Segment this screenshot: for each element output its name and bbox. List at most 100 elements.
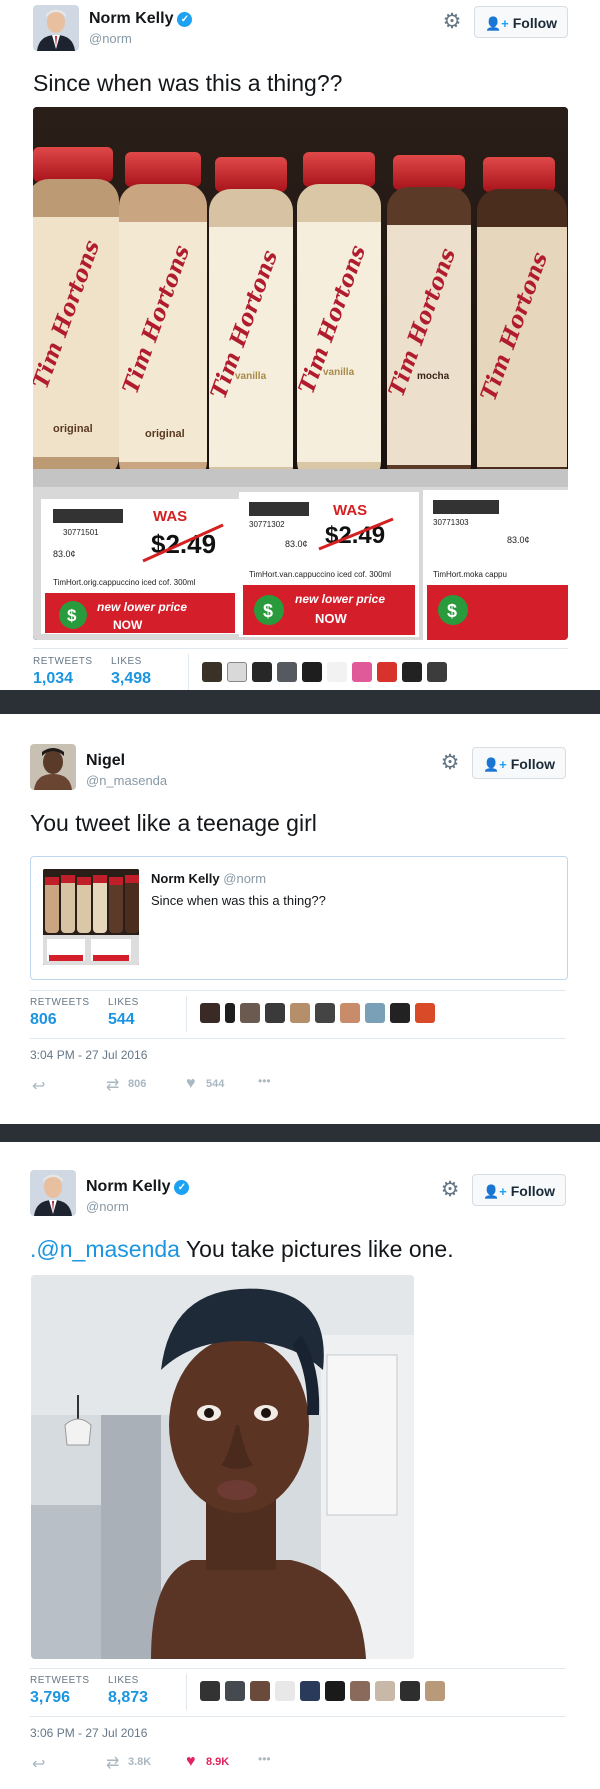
liker-avatar[interactable] [225,1681,245,1701]
liker-avatar[interactable] [275,1681,295,1701]
liker-avatars [200,1681,445,1701]
bottle-flavor-2: original [145,428,185,440]
price-tag-2: 30771302 WAS $2.49 83.0¢ TimHort.van.cap… [239,492,419,637]
quoted-tweet-text: Since when was this a thing?? [151,893,326,908]
likes-count[interactable]: 8,873 [108,1689,148,1707]
author-name-text[interactable]: Norm Kelly [89,10,173,27]
author-name-text[interactable]: Norm Kelly [86,1178,170,1195]
author-name[interactable]: Norm Kelly ✓ [89,10,193,28]
stats-bottom-divider [30,1716,566,1717]
mention-link[interactable]: .@n_masenda [30,1236,180,1262]
retweet-icon[interactable]: ⇄ [106,1075,119,1095]
liker-avatar[interactable] [340,1003,360,1023]
liker-avatar[interactable] [200,1003,220,1023]
follow-person-icon: 👤+ [482,757,507,772]
avatar-norm-kelly[interactable] [30,1170,76,1216]
liker-avatar[interactable] [425,1681,445,1701]
retweets-label: RETWEETS [30,997,90,1008]
svg-text:$: $ [263,601,273,621]
likes-count[interactable]: 544 [108,1011,135,1029]
retweets-count[interactable]: 1,034 [33,670,73,688]
liker-avatar[interactable] [240,1003,260,1023]
author-name[interactable]: Norm Kelly ✓ [86,1178,190,1196]
tweet-nigel: Nigel @n_masenda ⚙ 👤+ Follow You tweet li… [0,714,600,1124]
likes-label: LIKES [111,656,142,667]
liker-avatar[interactable] [265,1003,285,1023]
reply-icon[interactable]: ↩ [32,1076,45,1096]
quoted-author-handle: @norm [223,871,267,886]
svg-text:$: $ [447,601,457,621]
avatar-norm-kelly[interactable] [33,5,79,51]
tweet-timestamp[interactable]: 3:06 PM - 27 Jul 2016 [30,1726,147,1740]
stats-vertical-divider [186,1674,187,1710]
tag2-unit-price: 83.0¢ [285,539,308,549]
gear-icon[interactable]: ⚙ [441,11,463,33]
gear-icon[interactable]: ⚙ [439,752,461,774]
tweet-text: .@n_masenda You take pictures like one. [30,1236,454,1263]
follow-button[interactable]: 👤+ Follow [472,747,566,779]
liker-avatar[interactable] [365,1003,385,1023]
liker-avatar[interactable] [250,1681,270,1701]
retweet-icon[interactable]: ⇄ [106,1753,119,1773]
liker-avatar[interactable] [427,662,447,682]
reply-icon[interactable]: ↩ [32,1754,45,1774]
likes-count[interactable]: 3,498 [111,670,151,688]
bottle-flavor-5: mocha [417,371,450,382]
tweet-timestamp[interactable]: 3:04 PM - 27 Jul 2016 [30,1048,147,1062]
tag3-code: 30771303 [433,518,469,527]
liker-avatar[interactable] [200,1681,220,1701]
bottle-3: Tim Hortons vanilla [206,157,293,489]
author-handle[interactable]: @n_masenda [86,773,167,788]
tweet-photo-selfie[interactable] [31,1275,414,1659]
liker-avatar[interactable] [327,662,347,682]
heart-icon[interactable]: ♥ [186,1753,196,1771]
liker-avatar[interactable] [315,1003,335,1023]
author-handle[interactable]: @norm [89,31,132,46]
more-dots-icon[interactable]: ••• [258,1074,271,1088]
liker-avatar[interactable] [377,662,397,682]
screenshot-separator [0,1124,600,1142]
liker-avatar[interactable] [300,1681,320,1701]
liker-avatar[interactable] [302,662,322,682]
follow-button[interactable]: 👤+ Follow [472,1174,566,1206]
heart-icon[interactable]: ♥ [186,1075,196,1093]
liker-avatar[interactable] [277,662,297,682]
liker-avatar[interactable] [202,662,222,682]
like-action-count: 544 [206,1078,225,1090]
liker-avatar[interactable] [415,1003,435,1023]
stats-top-divider [30,990,566,991]
svg-text:$: $ [67,606,77,625]
liker-avatar[interactable] [227,662,247,682]
liker-avatar[interactable] [350,1681,370,1701]
bottle-6: Tim Hortons [476,157,567,489]
gear-icon[interactable]: ⚙ [439,1179,461,1201]
tag1-promo: new lower price [97,600,187,614]
avatar-nigel[interactable] [30,744,76,790]
author-handle[interactable]: @norm [86,1199,129,1214]
liker-avatar[interactable] [225,1003,235,1023]
tweet-photo-iced-capp-shelf[interactable]: Tim Hortons original Tim Hortons origina… [33,107,568,640]
bottle-flavor-3: vanilla [235,371,267,382]
liker-avatar[interactable] [390,1003,410,1023]
stats-vertical-divider [186,996,187,1032]
liker-avatar[interactable] [252,662,272,682]
retweets-label: RETWEETS [33,656,93,667]
quoted-tweet-card[interactable]: Norm Kelly @norm Since when was this a t… [30,856,568,980]
liker-avatar[interactable] [400,1681,420,1701]
tag2-now: NOW [315,611,348,626]
liker-avatar[interactable] [325,1681,345,1701]
tweet-norm-kelly-1: Norm Kelly ✓ @norm ⚙ 👤+ Follow Since when … [0,0,600,690]
tweet-text-body: You take pictures like one. [179,1236,454,1262]
retweets-count[interactable]: 3,796 [30,1689,70,1707]
liker-avatar[interactable] [402,662,422,682]
bottle-flavor-4: vanilla [323,367,355,378]
liker-avatar[interactable] [290,1003,310,1023]
verified-badge-icon: ✓ [174,1180,190,1195]
follow-button[interactable]: 👤+ Follow [474,6,568,38]
liker-avatar[interactable] [375,1681,395,1701]
author-name[interactable]: Nigel [86,752,125,770]
liker-avatar[interactable] [352,662,372,682]
retweets-count[interactable]: 806 [30,1011,57,1029]
more-dots-icon[interactable]: ••• [258,1752,271,1766]
tag2-desc: TimHort.van.cappuccino iced cof. 300ml [249,570,391,579]
